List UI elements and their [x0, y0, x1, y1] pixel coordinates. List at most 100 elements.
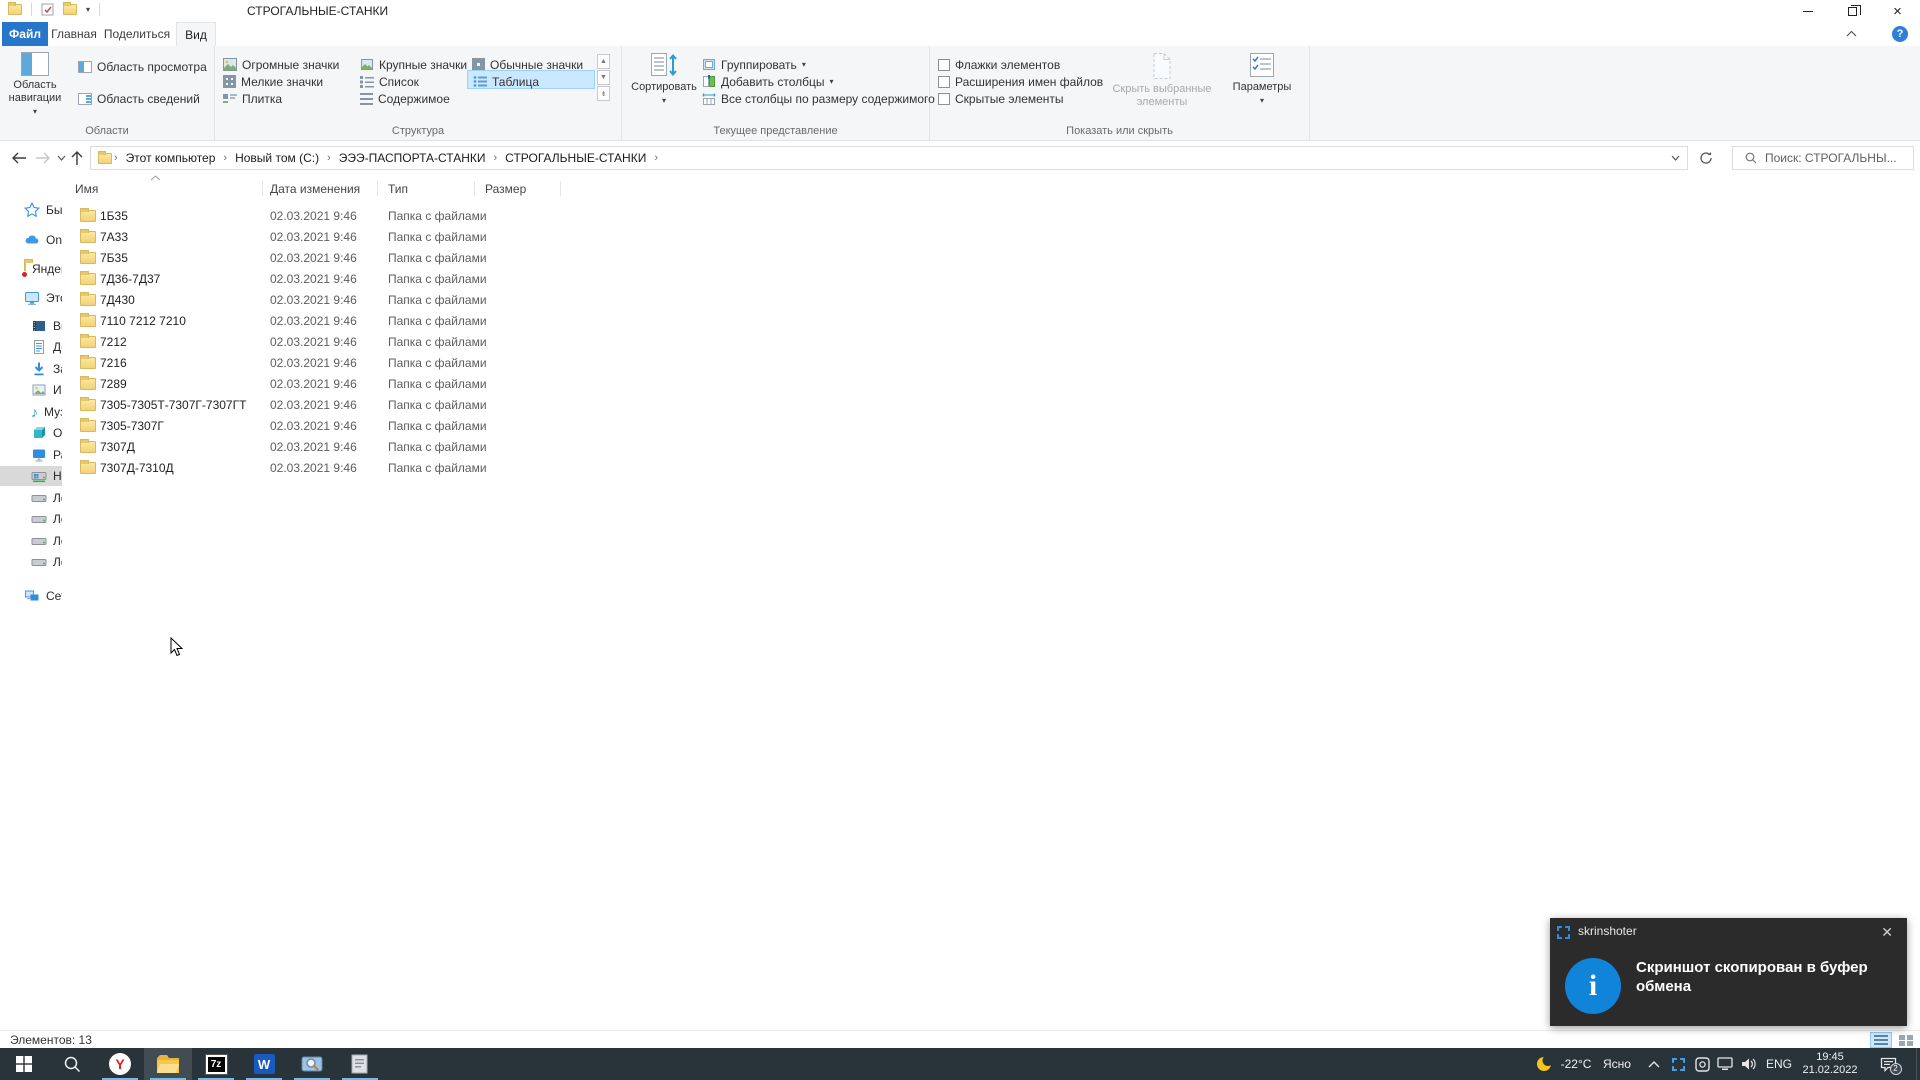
sidebar-item-drive-c-selected[interactable]: Новый том (C:): [0, 466, 62, 486]
navigation-pane-button[interactable]: Область навигации ▾: [6, 48, 64, 118]
back-icon[interactable]: [8, 147, 30, 169]
group-by-button[interactable]: Группировать ▾: [702, 56, 806, 73]
view-tiles-button[interactable]: Плитка: [223, 90, 282, 107]
sidebar-item-3d-objects[interactable]: Объемные объекты: [0, 423, 62, 443]
sidebar-item-music[interactable]: ♪ Музыка: [0, 402, 62, 422]
file-row[interactable]: 1Б35 02.03.2021 9:46 Папка с файлами: [62, 206, 762, 227]
sidebar-item-documents[interactable]: Документы: [0, 337, 62, 357]
help-icon[interactable]: ?: [1892, 26, 1908, 42]
file-row[interactable]: 7Д430 02.03.2021 9:46 Папка с файлами: [62, 290, 762, 311]
sidebar-item-local-disk[interactable]: Локальный диск: [0, 488, 62, 508]
forward-icon[interactable]: [32, 147, 54, 169]
tab-home[interactable]: Главная: [51, 22, 97, 46]
address-dropdown-icon[interactable]: [1663, 155, 1687, 161]
tray-expand-icon[interactable]: [1644, 1048, 1664, 1080]
word-taskbar-icon[interactable]: W: [240, 1048, 288, 1080]
crumb-current[interactable]: СТРОГАЛЬНЫЕ-СТАНКИ: [499, 151, 652, 165]
sidebar-item-this-pc[interactable]: Этот компьютер: [0, 288, 62, 308]
file-row[interactable]: 7305-7307Г 02.03.2021 9:46 Папка с файлами: [62, 416, 762, 437]
preview-pane-button[interactable]: Область просмотра: [78, 58, 207, 75]
views-scroll-down-icon[interactable]: ▼: [597, 70, 610, 85]
sidebar-item-local-disk[interactable]: Локальный диск: [0, 509, 62, 529]
show-desktop-button[interactable]: [1916, 1048, 1917, 1080]
tab-share[interactable]: Поделиться: [104, 22, 170, 46]
column-header-name[interactable]: Имя: [75, 182, 98, 196]
file-row[interactable]: 7212 02.03.2021 9:46 Папка с файлами: [62, 332, 762, 353]
crumb-drive-c[interactable]: Новый том (C:): [229, 151, 325, 165]
action-center-icon[interactable]: 2: [1872, 1048, 1904, 1080]
size-all-columns-button[interactable]: Все столбцы по размеру содержимого: [702, 90, 935, 107]
view-table-button-selected[interactable]: Таблица: [467, 70, 595, 89]
file-row[interactable]: 7307Д-7310Д 02.03.2021 9:46 Папка с файлам…: [62, 458, 762, 479]
close-button[interactable]: ×: [1875, 0, 1920, 22]
view-list-button[interactable]: Список: [360, 73, 419, 90]
tray-app-icon[interactable]: [1692, 1048, 1712, 1080]
viewer-taskbar-icon[interactable]: [288, 1048, 336, 1080]
thumbnails-view-toggle-icon[interactable]: [1895, 1032, 1917, 1048]
file-row[interactable]: 7Б35 02.03.2021 9:46 Папка с файлами: [62, 248, 762, 269]
sidebar-item-network[interactable]: Сеть: [0, 586, 62, 606]
language-indicator[interactable]: ENG: [1762, 1048, 1796, 1080]
views-scroll-up-icon[interactable]: ▲: [597, 54, 610, 69]
details-pane-button[interactable]: Область сведений: [78, 90, 200, 107]
new-folder-qat-button[interactable]: [63, 2, 77, 15]
sidebar-item-yandex-disk[interactable]: Яндекс.Диск: [0, 259, 62, 279]
crumb-this-pc[interactable]: Этот компьютер: [120, 151, 222, 165]
sidebar-item-local-disk[interactable]: Локальный диск: [0, 552, 62, 572]
restore-button[interactable]: [1830, 0, 1875, 22]
up-icon[interactable]: [66, 147, 88, 169]
volume-tray-icon[interactable]: [1738, 1048, 1760, 1080]
view-large-icons-button[interactable]: Крупные значки: [360, 56, 467, 73]
column-header-size[interactable]: Размер: [485, 182, 526, 196]
tab-file[interactable]: Файл: [2, 22, 48, 46]
sidebar-item-videos[interactable]: Видео: [0, 316, 62, 336]
sort-button[interactable]: Сортировать ▾: [630, 48, 698, 107]
collapse-ribbon-icon[interactable]: [1846, 30, 1857, 37]
properties-qat-button[interactable]: [41, 3, 54, 16]
sidebar-item-pictures[interactable]: Изображения: [0, 380, 62, 400]
file-row[interactable]: 7305-7305Т-7307Г-7307ГТ 02.03.2021 9:46 Па…: [62, 395, 762, 416]
qat-dropdown-icon[interactable]: ▾: [86, 5, 90, 14]
start-button[interactable]: [0, 1048, 48, 1080]
sidebar-item-quick-access[interactable]: Быстрый доступ: [0, 200, 62, 220]
search-input[interactable]: [1765, 151, 1905, 165]
network-tray-icon[interactable]: [1714, 1048, 1736, 1080]
sidebar-item-onedrive[interactable]: OneDrive: [0, 230, 62, 250]
hide-selected-button-disabled[interactable]: Скрыть выбранные элементы: [1108, 48, 1216, 109]
crumb-passports[interactable]: ЭЭЭ-ПАСПОРТА-СТАНКИ: [333, 151, 492, 165]
sidebar-item-local-disk[interactable]: Локальный диск: [0, 531, 62, 551]
breadcrumb[interactable]: › Этот компьютер › Новый том (C:) › ЭЭЭ-…: [90, 146, 1688, 170]
column-header-type[interactable]: Тип: [388, 182, 408, 196]
sidebar-item-desktop[interactable]: Рабочий стол: [0, 445, 62, 465]
options-button[interactable]: Параметры ▾: [1226, 48, 1298, 107]
views-more-icon[interactable]: ⇟: [597, 86, 610, 101]
weather-desc[interactable]: Ясно: [1598, 1048, 1636, 1080]
file-row[interactable]: 7289 02.03.2021 9:46 Папка с файлами: [62, 374, 762, 395]
sidebar-item-downloads[interactable]: Загрузки: [0, 359, 62, 379]
item-checkboxes-checkbox[interactable]: Флажки элементов: [938, 56, 1060, 73]
seven-zip-taskbar-icon[interactable]: 7z: [192, 1048, 240, 1080]
refresh-icon[interactable]: [1694, 146, 1718, 170]
view-small-icons-button[interactable]: Мелкие значки: [223, 73, 323, 90]
minimize-button[interactable]: [1785, 0, 1830, 22]
details-view-toggle-icon[interactable]: [1870, 1032, 1892, 1048]
skrinshoter-tray-icon[interactable]: [1668, 1048, 1688, 1080]
file-explorer-taskbar-icon[interactable]: [144, 1048, 192, 1080]
taskbar-search-button[interactable]: [48, 1048, 96, 1080]
search-box[interactable]: [1732, 146, 1914, 170]
clock[interactable]: 19:45 21.02.2022: [1796, 1051, 1864, 1077]
file-row[interactable]: 7А33 02.03.2021 9:46 Папка с файлами: [62, 227, 762, 248]
view-huge-icons-button[interactable]: Огромные значки: [223, 56, 339, 73]
file-row[interactable]: 7110 7212 7210 02.03.2021 9:46 Папка с фай…: [62, 311, 762, 332]
weather-temp[interactable]: -22°C: [1556, 1048, 1596, 1080]
hidden-items-checkbox[interactable]: Скрытые элементы: [938, 90, 1064, 107]
yandex-browser-taskbar-icon[interactable]: Y: [96, 1048, 144, 1080]
weather-icon[interactable]: [1534, 1048, 1554, 1080]
notes-app-taskbar-icon[interactable]: [336, 1048, 384, 1080]
view-content-button[interactable]: Содержимое: [360, 90, 450, 107]
file-row[interactable]: 7216 02.03.2021 9:46 Папка с файлами: [62, 353, 762, 374]
file-row[interactable]: 7307Д 02.03.2021 9:46 Папка с файлами: [62, 437, 762, 458]
column-header-date[interactable]: Дата изменения: [270, 182, 360, 196]
toast-close-icon[interactable]: ✕: [1881, 924, 1893, 941]
file-row[interactable]: 7Д36-7Д37 02.03.2021 9:46 Папка с файлами: [62, 269, 762, 290]
